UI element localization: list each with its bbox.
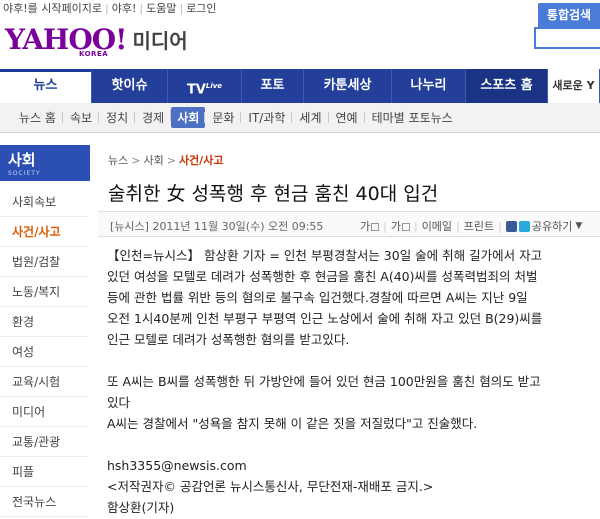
article-line: 있다 <box>107 395 131 410</box>
sidebar-item-incidents[interactable]: 사건/사고 <box>0 217 88 247</box>
sidebar-item-court[interactable]: 법원/검찰 <box>0 247 88 277</box>
login-link[interactable]: 로그인 <box>186 2 216 15</box>
section-sidebar: 사회 SOCIETY 사회속보 사건/사고 법원/검찰 노동/복지 환경 여성 … <box>0 145 90 519</box>
breadcrumb-current[interactable]: 사건/사고 <box>179 154 224 167</box>
set-homepage-link[interactable]: 야후!를 시작페이지로 <box>3 2 102 15</box>
breadcrumb-news[interactable]: 뉴스 <box>108 154 128 167</box>
article-headline: 술취한 女 성폭행 후 현금 훔친 40대 입건 <box>108 183 439 205</box>
subnav-entertainment[interactable]: 연예 <box>327 109 365 126</box>
sidebar-item-education[interactable]: 교육/시험 <box>0 367 88 397</box>
sidebar-item-labor[interactable]: 노동/복지 <box>0 277 88 307</box>
article-line: 인근 모텔로 데려가 성폭행한 혐의를 받고있다. <box>107 332 350 347</box>
article-line: A씨는 경찰에서 "성욕을 참지 못해 이 같은 짓을 저질렀다"고 진술했다. <box>107 416 478 431</box>
sidebar-item-breaking[interactable]: 사회속보 <box>0 187 88 217</box>
subnav-world[interactable]: 세계 <box>291 109 328 126</box>
article-line: 또 A씨는 B씨를 성폭행한 뒤 가방안에 들어 있던 현금 100만원을 훔친… <box>107 374 541 389</box>
yahoo-logo[interactable]: YAHOO! <box>5 26 127 54</box>
search-input[interactable] <box>534 27 600 49</box>
sidebar-item-people[interactable]: 피플 <box>0 457 88 487</box>
nav-hot-issue[interactable]: 핫이슈 <box>92 69 168 103</box>
subnav-photo-news[interactable]: 테마별 포토뉴스 <box>363 109 460 126</box>
reporter-name: 함상환(기자) <box>107 500 175 515</box>
twitter-icon[interactable] <box>518 220 530 232</box>
chevron-right-icon: > <box>166 154 176 167</box>
article-body: 【인천=뉴시스】 함상환 기자 = 인천 부평경찰서는 30일 술에 취해 길가… <box>107 245 600 518</box>
subnav-news-home[interactable]: 뉴스 홈 <box>12 109 63 126</box>
font-decrease-button[interactable]: 가 <box>391 218 410 234</box>
help-link[interactable]: 도움말 <box>146 2 176 15</box>
share-button[interactable]: 공유하기 <box>532 218 572 234</box>
utility-bar: 야후!를 시작페이지로 | 야후! | 도움말 | 로그인 <box>3 2 217 15</box>
subnav-society[interactable]: 사회 <box>170 107 206 128</box>
article-line: 【인천=뉴시스】 함상환 기자 = 인천 부평경찰서는 30일 술에 취해 길가… <box>107 248 543 263</box>
font-increase-button[interactable]: 가 <box>360 218 380 234</box>
sidebar-header[interactable]: 사회 SOCIETY <box>0 145 90 181</box>
section-logo[interactable]: 미디어 <box>132 28 187 54</box>
sidebar-item-environment[interactable]: 환경 <box>0 307 88 337</box>
plus-icon <box>371 223 380 231</box>
article-meta-bar: [뉴시스] 2011년 11월 30일(수) 오전 09:55 가 | 가 | … <box>98 211 600 237</box>
yahoo-home-link[interactable]: 야후! <box>112 2 137 15</box>
nav-tv[interactable]: TVLive <box>168 69 242 103</box>
sidebar-title: 사회 <box>8 151 36 169</box>
nav-sports-home[interactable]: 스포츠 홈 <box>466 69 548 103</box>
subnav-breaking[interactable]: 속보 <box>61 109 99 126</box>
article-date: [뉴시스] 2011년 11월 30일(수) 오전 09:55 <box>110 220 324 233</box>
email-button[interactable]: 이메일 <box>422 218 452 234</box>
article-line: 오전 1시40분께 인천 부평구 부평역 인근 노상에서 술에 취해 자고 있던… <box>107 311 543 326</box>
nav-news[interactable]: 뉴스 <box>0 69 92 103</box>
sidebar-item-media[interactable]: 미디어 <box>0 397 88 427</box>
print-button[interactable]: 프린트 <box>464 218 494 234</box>
site-logo[interactable]: YAHOO! KOREA 미디어 <box>5 24 188 59</box>
nav-cartoon[interactable]: 카툰세상 <box>304 69 392 103</box>
article-line: 있던 여성을 모텔로 데려가 성폭행한 후 현금을 훔친 A(40)씨를 성폭력… <box>107 269 538 284</box>
sidebar-list: 사회속보 사건/사고 법원/검찰 노동/복지 환경 여성 교육/시험 미디어 교… <box>0 187 88 517</box>
sidebar-item-traffic[interactable]: 교통/관광 <box>0 427 88 457</box>
nav-nanuri[interactable]: 나누리 <box>392 69 466 103</box>
reporter-email[interactable]: hsh3355@newsis.com <box>107 455 600 476</box>
nav-new-y[interactable]: 새로운 Y <box>548 69 600 103</box>
search-button[interactable]: 통합검색 <box>538 3 600 27</box>
subnav-culture[interactable]: 문화 <box>204 109 241 126</box>
copyright-notice: <저작권자© 공감언론 뉴시스통신사, 무단전재-재배포 금지.> <box>107 479 434 494</box>
sidebar-item-women[interactable]: 여성 <box>0 337 88 367</box>
facebook-icon[interactable] <box>505 220 517 232</box>
article-line: 등에 관한 법률 위반 등의 혐의로 불구속 입건했다.경찰에 따르면 A씨는 … <box>107 290 528 305</box>
chevron-right-icon: > <box>131 154 141 167</box>
minus-icon <box>401 223 410 231</box>
sidebar-subtitle: SOCIETY <box>8 170 41 177</box>
chevron-down-icon[interactable]: ▼ <box>575 221 582 231</box>
main-nav: 뉴스 핫이슈 TVLive 포토 카툰세상 나누리 스포츠 홈 새로운 Y <box>0 69 600 103</box>
breadcrumb-society[interactable]: 사회 <box>143 154 163 167</box>
subnav-politics[interactable]: 정치 <box>98 109 135 126</box>
sidebar-item-national[interactable]: 전국뉴스 <box>0 487 88 517</box>
article-tools: 가 | 가 | 이메일 | 프린트 | 공유하기 ▼ <box>360 218 583 234</box>
breadcrumb: 뉴스 > 사회 > 사건/사고 <box>108 152 223 168</box>
nav-photo[interactable]: 포토 <box>242 69 304 103</box>
subnav-economy[interactable]: 경제 <box>134 109 171 126</box>
subnav-it-science[interactable]: IT/과학 <box>240 109 292 126</box>
logo-region: KOREA <box>79 50 109 58</box>
sub-nav: 뉴스 홈 속보 정치 경제 사회 문화 IT/과학 세계 연예 테마별 포토뉴스 <box>0 103 600 133</box>
